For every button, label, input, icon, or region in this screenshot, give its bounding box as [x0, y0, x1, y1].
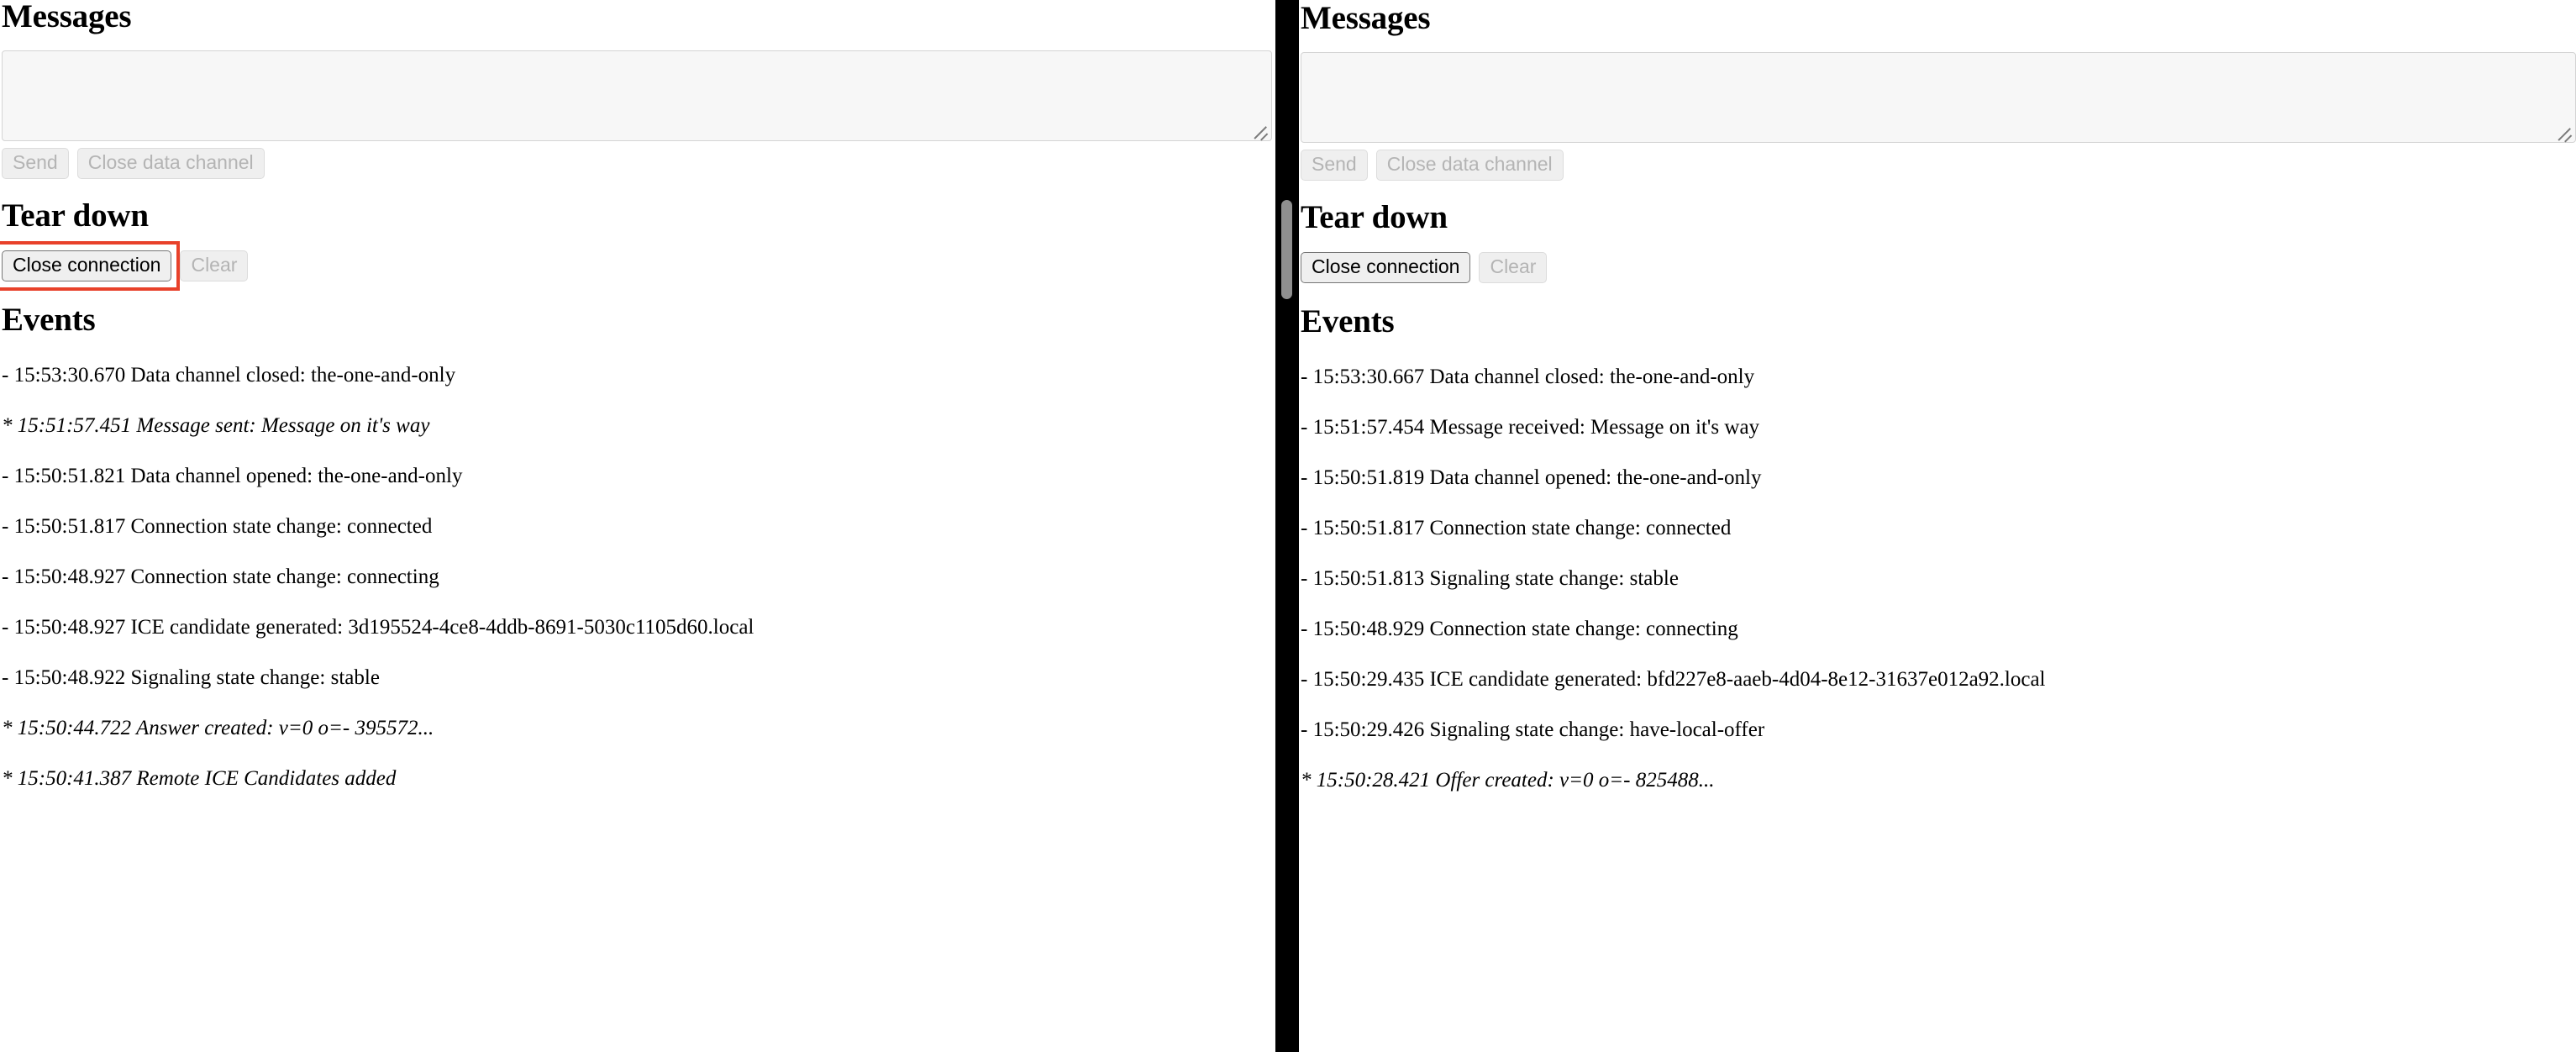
dual-pane-webrtc-demo: Messages Send Close data channel Tear do…: [0, 0, 2576, 1052]
messages-heading-left: Messages: [2, 0, 132, 34]
message-actions-left: Send Close data channel: [2, 148, 1275, 179]
resize-grip-icon[interactable]: [2554, 122, 2573, 142]
events-heading-left: Events: [2, 302, 96, 338]
close-data-channel-button-left[interactable]: Close data channel: [76, 148, 265, 179]
close-data-channel-button-right[interactable]: Close data channel: [1375, 150, 1564, 181]
event-line: - 15:50:29.435 ICE candidate generated: …: [1301, 667, 2046, 691]
resize-grip-icon[interactable]: [1250, 120, 1269, 140]
clear-button-left[interactable]: Clear: [180, 250, 249, 281]
close-connection-highlight-wrap-left: Close connection: [0, 241, 181, 291]
event-line: - 15:50:48.927 ICE candidate generated: …: [2, 615, 754, 639]
event-line: - 15:50:51.817 Connection state change: …: [2, 514, 433, 538]
event-line: * 15:50:44.722 Answer created: v=0 o=- 3…: [2, 716, 434, 739]
message-input-right[interactable]: [1301, 52, 2576, 143]
event-line: - 15:50:51.813 Signaling state change: s…: [1301, 566, 1679, 590]
clear-button-right[interactable]: Clear: [1479, 252, 1548, 283]
pane-divider: [1275, 0, 1299, 1052]
left-browser-pane: Messages Send Close data channel Tear do…: [0, 0, 1275, 1052]
teardown-heading-right: Tear down: [1301, 199, 1448, 235]
teardown-actions-left: Close connection Clear: [0, 241, 1275, 291]
event-line: - 15:50:48.927 Connection state change: …: [2, 565, 439, 588]
close-connection-button-left[interactable]: Close connection: [2, 250, 172, 281]
events-list-left: - 15:53:30.670 Data channel closed: the-…: [2, 350, 1275, 803]
event-line: - 15:50:48.929 Connection state change: …: [1301, 617, 1738, 640]
teardown-heading-left: Tear down: [2, 197, 149, 234]
message-input-left[interactable]: [2, 50, 1272, 141]
event-line: * 15:50:41.387 Remote ICE Candidates add…: [2, 766, 397, 790]
event-line: - 15:50:51.817 Connection state change: …: [1301, 516, 1732, 539]
close-connection-button-right[interactable]: Close connection: [1301, 252, 1471, 283]
event-line: * 15:51:57.451 Message sent: Message on …: [2, 413, 430, 437]
event-line: * 15:50:28.421 Offer created: v=0 o=- 82…: [1301, 768, 1715, 792]
events-list-right: - 15:53:30.667 Data channel closed: the-…: [1301, 351, 2576, 805]
event-line: - 15:53:30.670 Data channel closed: the-…: [2, 363, 456, 387]
right-browser-pane: Messages Send Close data channel Tear do…: [1299, 0, 2576, 1052]
event-line: - 15:50:48.922 Signaling state change: s…: [2, 665, 380, 689]
vertical-scrollbar-thumb[interactable]: [1281, 200, 1292, 299]
event-line: - 15:50:29.426 Signaling state change: h…: [1301, 718, 1765, 741]
send-button-left[interactable]: Send: [2, 148, 69, 179]
event-line: - 15:50:51.819 Data channel opened: the-…: [1301, 466, 1762, 489]
send-button-right[interactable]: Send: [1301, 150, 1368, 181]
event-line: - 15:53:30.667 Data channel closed: the-…: [1301, 365, 1755, 388]
event-line: - 15:51:57.454 Message received: Message…: [1301, 415, 1760, 439]
teardown-actions-right: Close connection Clear: [1301, 252, 2576, 283]
messages-heading-right: Messages: [1301, 0, 1431, 36]
event-line: - 15:50:51.821 Data channel opened: the-…: [2, 464, 463, 487]
events-heading-right: Events: [1301, 303, 1395, 339]
message-actions-right: Send Close data channel: [1301, 150, 2576, 181]
